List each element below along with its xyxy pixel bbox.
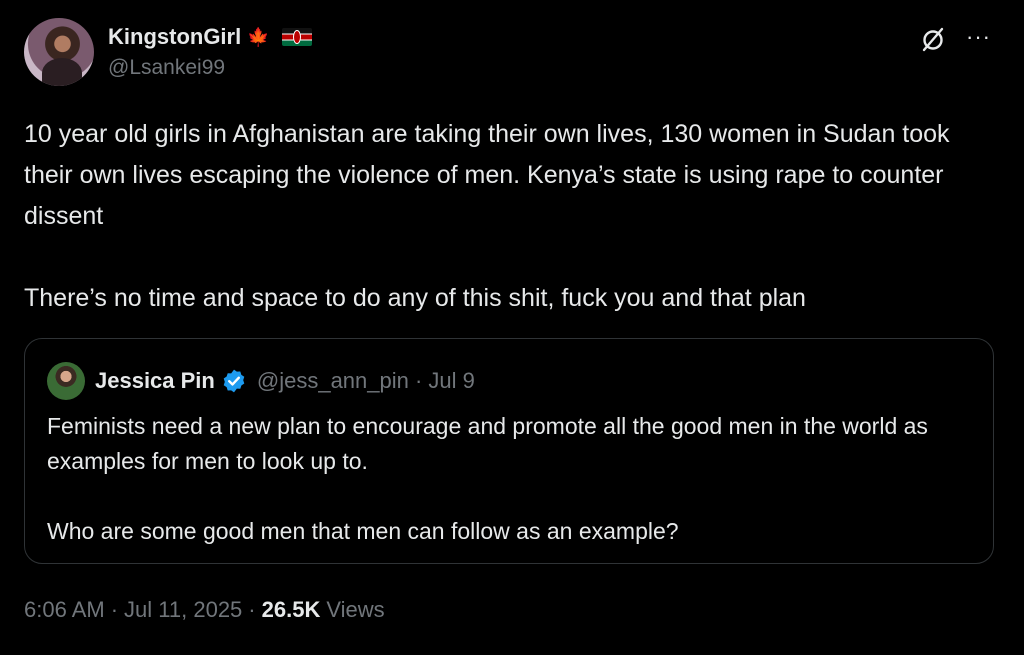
tweet-footer: 6:06 AM · Jul 11, 2025 · 26.5K Views (24, 597, 385, 623)
views-label: Views (326, 597, 385, 622)
kenya-flag-icon (281, 28, 312, 46)
canada-flag-icon: 🍁 (247, 27, 270, 47)
tweet-paragraph: There’s no time and space to do any of t… (24, 284, 806, 312)
more-options-icon[interactable]: ··· (966, 24, 991, 50)
quoted-paragraph: Who are some good men that men can follo… (47, 518, 679, 544)
tweet-header: KingstonGirl 🍁 @Lsankei99 ··· (24, 18, 1000, 88)
grok-icon[interactable] (920, 26, 946, 52)
views-count[interactable]: 26.5K (262, 597, 321, 623)
tweet-time[interactable]: 6:06 AM (24, 597, 105, 623)
quoted-author-display-name: Jessica Pin (95, 368, 215, 393)
tweet-date[interactable]: Jul 11, 2025 (124, 597, 242, 623)
quoted-author-avatar (47, 362, 85, 400)
tweet-text: 10 year old girls in Afghanistan are tak… (24, 114, 1004, 319)
separator: · (110, 597, 119, 622)
quoted-tweet-header: Jessica Pin @jess_ann_pin · Jul 9 (47, 362, 475, 400)
author-handle[interactable]: @Lsankei99 (108, 56, 225, 80)
quoted-paragraph: Feminists need a new plan to encourage a… (47, 413, 928, 474)
author-display-name[interactable]: KingstonGirl (108, 24, 241, 50)
quoted-handle-date: @jess_ann_pin · Jul 9 (256, 368, 475, 393)
tweet-paragraph: 10 year old girls in Afghanistan are tak… (24, 120, 950, 230)
quoted-tweet-card[interactable]: Jessica Pin @jess_ann_pin · Jul 9 Femini… (24, 338, 994, 564)
author-avatar[interactable] (24, 18, 94, 86)
verified-badge-icon (223, 369, 245, 393)
separator: · (248, 597, 256, 622)
author-name-row[interactable]: KingstonGirl 🍁 (108, 22, 312, 52)
quoted-tweet-text: Feminists need a new plan to encourage a… (47, 409, 977, 549)
